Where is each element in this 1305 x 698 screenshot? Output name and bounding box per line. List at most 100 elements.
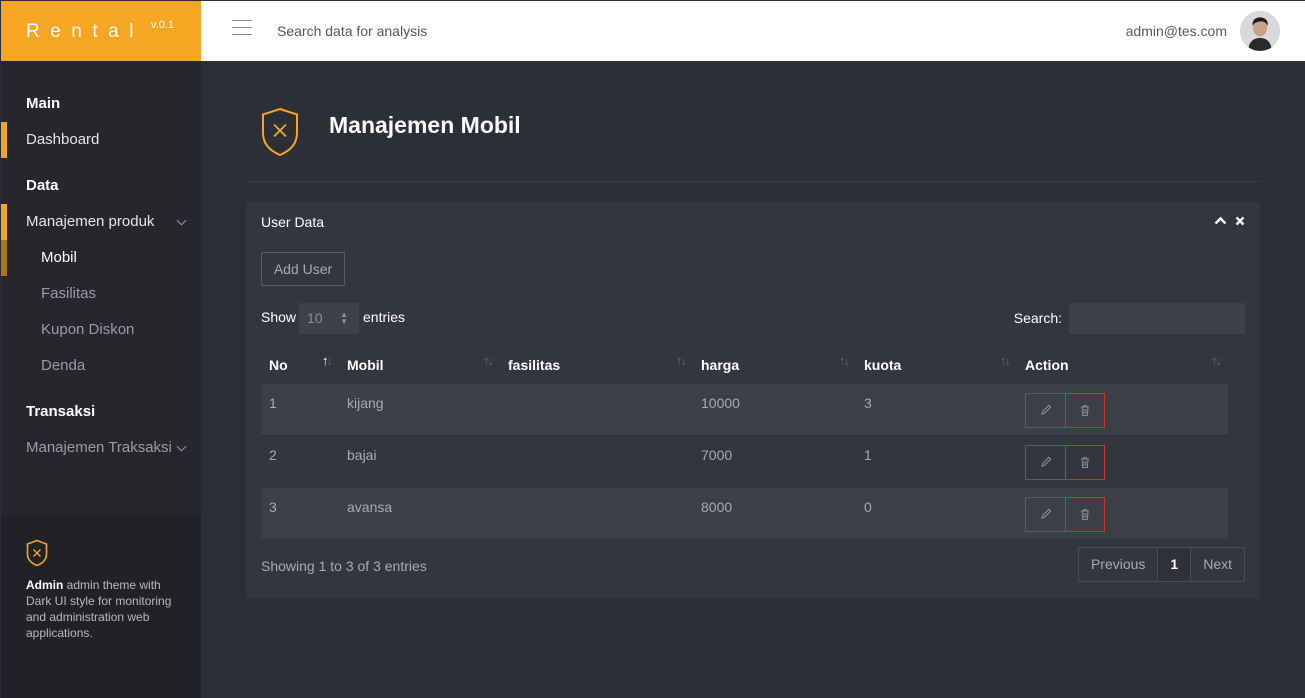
column-header-label: No xyxy=(269,357,288,374)
cell-mobil: avansa xyxy=(347,498,393,515)
cell-harga: 10000 xyxy=(701,394,740,411)
close-icon[interactable] xyxy=(1235,216,1245,226)
cell-mobil: bajai xyxy=(347,446,377,463)
cell-kuota: 3 xyxy=(864,394,872,411)
edit-button[interactable] xyxy=(1025,392,1065,428)
sidebar-item-label: Manajemen Traksaksi xyxy=(26,439,172,456)
cell-fasilitas xyxy=(500,435,693,487)
sidebar-item-denda[interactable]: Denda xyxy=(1,348,201,384)
avatar[interactable] xyxy=(1240,11,1280,51)
cell-kuota: 1 xyxy=(864,446,872,463)
sidebar-footer-text: Admin admin theme with Dark UI style for… xyxy=(26,577,186,641)
table-search-label: Search: xyxy=(1013,310,1062,326)
pencil-icon xyxy=(1040,404,1051,415)
trash-icon xyxy=(1081,508,1089,520)
pagination-previous-button[interactable]: Previous xyxy=(1077,547,1158,582)
collapse-icon[interactable] xyxy=(1214,216,1227,225)
pagination-next-button[interactable]: Next xyxy=(1191,547,1245,582)
sidebar-item-manajemen-produk[interactable]: Manajemen produk xyxy=(1,204,201,240)
pencil-icon xyxy=(1040,508,1051,519)
pagination: Previous 1 Next xyxy=(1077,547,1245,582)
sidebar-item-label: Dashboard xyxy=(26,131,100,148)
top-bar: admin@tes.com xyxy=(201,1,1305,61)
cell-harga: 7000 xyxy=(701,446,733,463)
delete-button[interactable] xyxy=(1065,496,1105,532)
sidebar-item-kupon-diskon[interactable]: Kupon Diskon xyxy=(1,312,201,348)
sort-icon: ↑↓ xyxy=(483,353,494,368)
column-header-label: Action xyxy=(1025,357,1069,374)
sidebar-section-data: Data xyxy=(26,177,59,194)
column-header-harga[interactable]: harga ↑↓ xyxy=(693,344,856,383)
column-header-label: kuota xyxy=(864,357,902,374)
edit-button[interactable] xyxy=(1025,496,1065,532)
entries-label: entries xyxy=(363,309,406,325)
trash-icon xyxy=(1081,456,1089,468)
menu-toggle-icon[interactable] xyxy=(232,20,252,36)
sort-icon: ↑↓ xyxy=(1211,353,1222,368)
sidebar-item-label: Mobil xyxy=(41,249,77,266)
table-search-input[interactable] xyxy=(1069,303,1245,334)
user-data-panel: User Data Add User Show 10 ▲ ▼ entries Se… xyxy=(246,202,1260,599)
sidebar-item-label: Denda xyxy=(41,357,86,374)
panel-title: User Data xyxy=(261,214,325,230)
table-header-row: No ↑↓ Mobil ↑↓ fasilitas ↑↓ harga ↑↓ kuota ↑↓… xyxy=(261,344,1228,383)
sidebar: Main Dashboard Data Manajemen produk Mob… xyxy=(1,61,201,698)
chevron-down-icon xyxy=(176,215,187,226)
search-input[interactable] xyxy=(277,17,697,45)
footer-brand: Admin xyxy=(26,578,64,592)
cell-mobil: kijang xyxy=(347,394,384,411)
brand-name: Rental xyxy=(26,21,144,42)
cell-fasilitas xyxy=(500,487,693,539)
entries-select[interactable]: 10 ▲ ▼ xyxy=(299,303,359,334)
sidebar-item-manajemen-transaksi[interactable]: Manajemen Traksaksi xyxy=(1,430,201,466)
trash-icon xyxy=(1081,404,1089,416)
column-header-no[interactable]: No ↑↓ xyxy=(261,344,339,383)
column-header-mobil[interactable]: Mobil ↑↓ xyxy=(339,344,500,383)
delete-button[interactable] xyxy=(1065,444,1105,480)
cell-kuota: 0 xyxy=(864,498,872,515)
delete-button[interactable] xyxy=(1065,392,1105,428)
cell-no: 1 xyxy=(269,394,277,411)
add-user-button[interactable]: Add User xyxy=(261,252,345,286)
table-info: Showing 1 to 3 of 3 entries xyxy=(261,558,427,574)
sidebar-item-dashboard[interactable]: Dashboard xyxy=(1,122,201,158)
shield-icon xyxy=(262,107,298,157)
cell-fasilitas xyxy=(500,383,693,435)
divider xyxy=(246,181,1260,182)
sidebar-item-label: Kupon Diskon xyxy=(41,321,135,338)
select-arrows-icon: ▲ ▼ xyxy=(340,310,348,326)
entries-select-value: 10 xyxy=(307,310,323,326)
pencil-icon xyxy=(1040,456,1051,467)
sidebar-section-transaksi: Transaksi xyxy=(26,403,96,420)
column-header-kuota[interactable]: kuota ↑↓ xyxy=(856,344,1017,383)
sidebar-footer: Admin admin theme with Dark UI style for… xyxy=(1,515,201,698)
cell-harga: 8000 xyxy=(701,498,733,515)
shield-icon xyxy=(26,539,48,567)
table-row: 2 bajai 7000 1 xyxy=(261,435,1228,487)
user-email[interactable]: admin@tes.com xyxy=(1126,23,1227,39)
chevron-down-icon xyxy=(176,441,187,452)
data-table: No ↑↓ Mobil ↑↓ fasilitas ↑↓ harga ↑↓ kuota ↑↓… xyxy=(261,344,1228,539)
cell-no: 2 xyxy=(269,446,277,463)
column-header-label: Mobil xyxy=(347,357,384,374)
cell-action xyxy=(1017,487,1228,539)
column-header-label: harga xyxy=(701,357,740,374)
cell-action xyxy=(1017,383,1228,435)
edit-button[interactable] xyxy=(1025,444,1065,480)
show-label: Show xyxy=(261,309,297,325)
sort-icon: ↑↓ xyxy=(676,353,687,368)
sidebar-item-mobil[interactable]: Mobil xyxy=(1,240,201,276)
column-header-fasilitas[interactable]: fasilitas ↑↓ xyxy=(500,344,693,383)
sidebar-item-fasilitas[interactable]: Fasilitas xyxy=(1,276,201,312)
brand-bar[interactable]: Rental v.0.1 xyxy=(1,1,201,61)
column-header-action[interactable]: Action ↑↓ xyxy=(1017,344,1228,383)
sort-icon: ↑↓ xyxy=(839,353,850,368)
sidebar-item-label: Fasilitas xyxy=(41,285,97,302)
sort-icon: ↑↓ xyxy=(322,353,333,368)
sidebar-item-label: Manajemen produk xyxy=(26,213,155,230)
page-title: Manajemen Mobil xyxy=(329,112,521,138)
brand-version: v.0.1 xyxy=(151,19,175,31)
sort-icon: ↑↓ xyxy=(1000,353,1011,368)
pagination-page-button[interactable]: 1 xyxy=(1157,547,1192,582)
sidebar-section-main: Main xyxy=(26,95,61,112)
